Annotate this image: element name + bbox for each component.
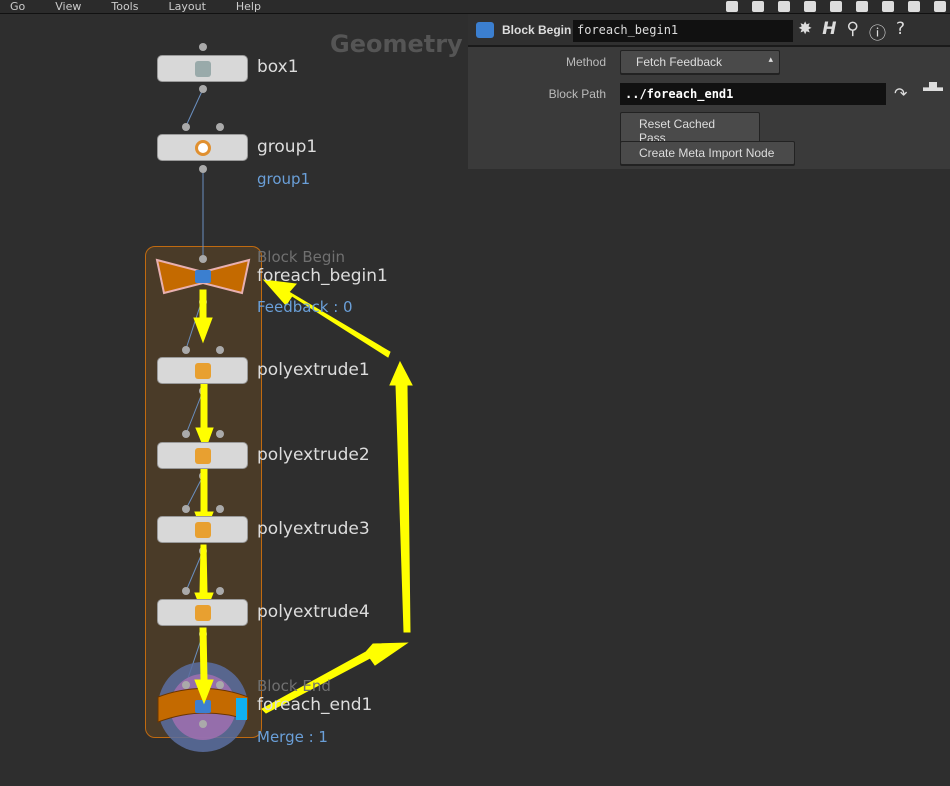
wire [185,475,204,510]
node-chooser-icon[interactable] [923,82,943,91]
node-polyextrude2[interactable] [157,442,248,469]
node-group1[interactable] [157,134,248,161]
node-label: foreach_end1 [257,695,373,715]
jump-to-icon[interactable]: ↷ [894,84,907,103]
parameter-header: Block Begin foreach_begin1 ✸ H ⚲ ⓘ? [468,14,950,47]
node-label: polyextrude2 [257,445,370,465]
node-label: foreach_begin1 [257,266,388,286]
node-polyextrude4[interactable] [157,599,248,626]
arrow [262,279,391,358]
parameter-panel: Block Begin foreach_begin1 ✸ H ⚲ ⓘ? Method … [468,14,950,169]
help-h-icon[interactable]: H [822,19,836,44]
group-icon [195,140,211,156]
node-label: polyextrude3 [257,519,370,539]
info-icon[interactable]: ⓘ [869,19,886,44]
node-polyextrude3[interactable] [157,516,248,543]
polyextrude-icon [195,363,211,379]
method-value: Fetch Feedback [636,55,723,69]
updown-icon: ▴ [768,54,773,64]
wire [185,88,204,127]
node-label: polyextrude4 [257,602,370,622]
node-box1[interactable] [157,55,248,82]
node-label: group1 [257,137,318,157]
gear-icon[interactable]: ✸ [798,19,812,44]
annotation-arrows [193,279,413,714]
method-label: Method [565,55,606,69]
node-sub-label: Feedback : 0 [257,298,353,316]
block-path-label: Block Path [548,87,606,101]
node-label: box1 [257,57,299,77]
node-sub-label: group1 [257,170,311,188]
node-type-label: Block End [257,677,331,695]
polyextrude-icon [195,522,211,538]
polyextrude-icon [195,448,211,464]
node-name-field[interactable]: foreach_begin1 [573,20,793,42]
create-meta-import-node-button[interactable]: Create Meta Import Node [620,141,795,165]
arrow [195,377,214,452]
node-polyextrude1[interactable] [157,357,248,384]
method-select[interactable]: Fetch Feedback ▴ [620,50,780,74]
box-icon [195,61,211,77]
help-icon[interactable]: ? [896,19,905,44]
node-type-label: Block Begin [257,248,346,266]
search-icon[interactable]: ⚲ [846,19,858,44]
polyextrude-icon [195,605,211,621]
block-path-field[interactable]: ../foreach_end1 [620,83,886,105]
node-sub-label: Merge : 1 [257,728,328,746]
arrow [389,360,413,633]
block-begin-icon[interactable] [476,22,494,38]
node-label: polyextrude1 [257,360,370,380]
node-type: Block Begin [502,23,572,37]
